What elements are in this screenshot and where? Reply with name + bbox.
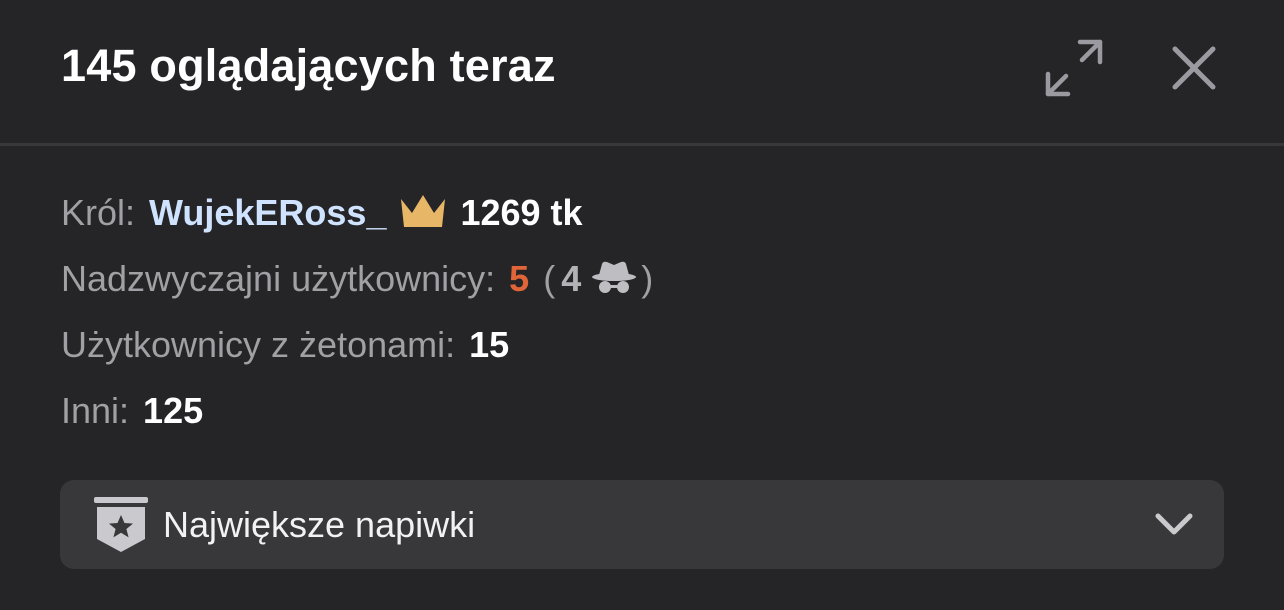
viewer-stats: Król: WujekERoss_ 1269 tk Nadzwyczajni u… — [61, 180, 653, 444]
top-tips-label: Największe napiwki — [163, 504, 476, 545]
king-tokens: 1269 tk — [460, 192, 583, 233]
expand-button[interactable] — [1044, 38, 1104, 98]
special-users-count: 5 — [509, 258, 530, 299]
token-users-count: 15 — [469, 324, 510, 365]
close-button[interactable] — [1164, 38, 1224, 98]
top-tips-dropdown[interactable]: Największe napiwki — [60, 480, 1224, 569]
viewers-panel: 145 oglądających teraz Król: WujekERoss_… — [0, 0, 1284, 610]
king-label: Król: — [61, 192, 136, 233]
king-username[interactable]: WujekERoss_ — [149, 192, 386, 234]
others-label: Inni: — [61, 390, 130, 431]
panel-title: 145 oglądających teraz — [61, 40, 556, 91]
special-users-label: Nadzwyczajni użytkownicy: — [61, 258, 496, 299]
king-row: Król: WujekERoss_ 1269 tk — [61, 180, 653, 246]
open-paren: ( — [543, 258, 556, 299]
incognito-spy-icon — [591, 260, 637, 305]
hidden-users-count: 4 — [561, 258, 582, 299]
panel-header: 145 oglądających teraz — [0, 0, 1284, 146]
star-badge-icon — [94, 497, 148, 558]
token-users-label: Użytkownicy z żetonami: — [61, 324, 456, 365]
others-count: 125 — [143, 390, 204, 431]
expand-arrows-icon — [1045, 39, 1103, 97]
others-row: Inni: 125 — [61, 378, 653, 444]
crown-icon — [398, 193, 448, 238]
token-users-row: Użytkownicy z żetonami: 15 — [61, 312, 653, 378]
close-icon — [1172, 46, 1216, 90]
chevron-down-icon — [1154, 510, 1194, 543]
special-users-row: Nadzwyczajni użytkownicy: 5 ( 4 ) — [61, 246, 653, 312]
close-paren: ) — [641, 258, 654, 299]
